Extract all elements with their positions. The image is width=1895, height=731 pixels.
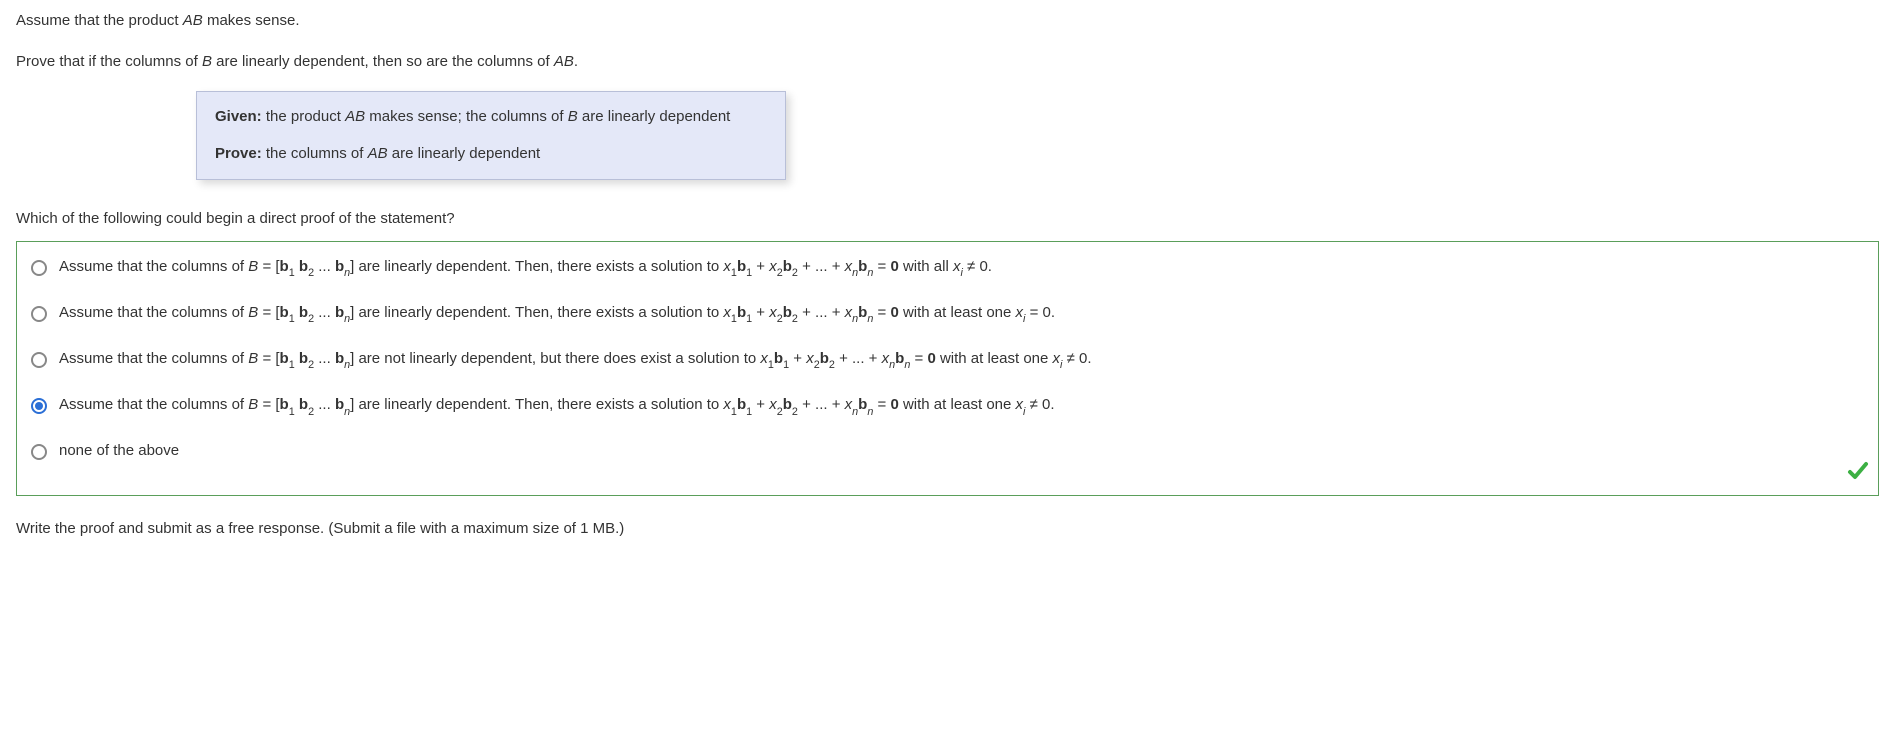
given-text-1: the product xyxy=(262,108,345,125)
radio-unchecked-icon[interactable] xyxy=(31,444,47,460)
given-text-2: makes sense; the columns of xyxy=(365,108,568,125)
intro-ab2: AB xyxy=(554,53,574,70)
prove-text-1: the columns of xyxy=(262,145,368,162)
radio-unchecked-icon[interactable] xyxy=(31,352,47,368)
option-3-text: Assume that the columns of B = [b1 b2 ..… xyxy=(59,348,1864,372)
intro-line2-prefix: Prove that if the columns of xyxy=(16,53,202,70)
intro-ab: AB xyxy=(183,12,203,29)
option-5-text: none of the above xyxy=(59,440,1864,463)
intro-b: B xyxy=(202,53,212,70)
given-prove-box: Given: the product AB makes sense; the c… xyxy=(196,91,786,180)
option-1-text: Assume that the columns of B = [b1 b2 ..… xyxy=(59,256,1864,280)
given-text-3: are linearly dependent xyxy=(578,108,731,125)
free-response-instruction: Write the proof and submit as a free res… xyxy=(16,518,1879,541)
prove-ab: AB xyxy=(368,145,388,162)
problem-statement: Assume that the product AB makes sense. … xyxy=(16,10,1879,73)
option-4[interactable]: Assume that the columns of B = [b1 b2 ..… xyxy=(31,394,1864,418)
radio-checked-icon[interactable] xyxy=(31,398,47,414)
answer-options: Assume that the columns of B = [b1 b2 ..… xyxy=(16,241,1879,496)
option-1[interactable]: Assume that the columns of B = [b1 b2 ..… xyxy=(31,256,1864,280)
intro-line2-suffix: . xyxy=(574,53,578,70)
intro-line1-suffix: makes sense. xyxy=(203,12,300,29)
option-2[interactable]: Assume that the columns of B = [b1 b2 ..… xyxy=(31,302,1864,326)
option-5[interactable]: none of the above xyxy=(31,440,1864,463)
question-text: Which of the following could begin a dir… xyxy=(16,208,1879,231)
option-3[interactable]: Assume that the columns of B = [b1 b2 ..… xyxy=(31,348,1864,372)
prove-label: Prove: xyxy=(215,145,262,162)
option-4-text: Assume that the columns of B = [b1 b2 ..… xyxy=(59,394,1864,418)
given-b: B xyxy=(568,108,578,125)
correct-checkmark-icon xyxy=(1846,459,1870,491)
given-ab: AB xyxy=(345,108,365,125)
given-label: Given: xyxy=(215,108,262,125)
prove-text-2: are linearly dependent xyxy=(388,145,541,162)
option-2-text: Assume that the columns of B = [b1 b2 ..… xyxy=(59,302,1864,326)
intro-line1-prefix: Assume that the product xyxy=(16,12,183,29)
radio-unchecked-icon[interactable] xyxy=(31,260,47,276)
radio-unchecked-icon[interactable] xyxy=(31,306,47,322)
intro-line2-mid: are linearly dependent, then so are the … xyxy=(212,53,554,70)
